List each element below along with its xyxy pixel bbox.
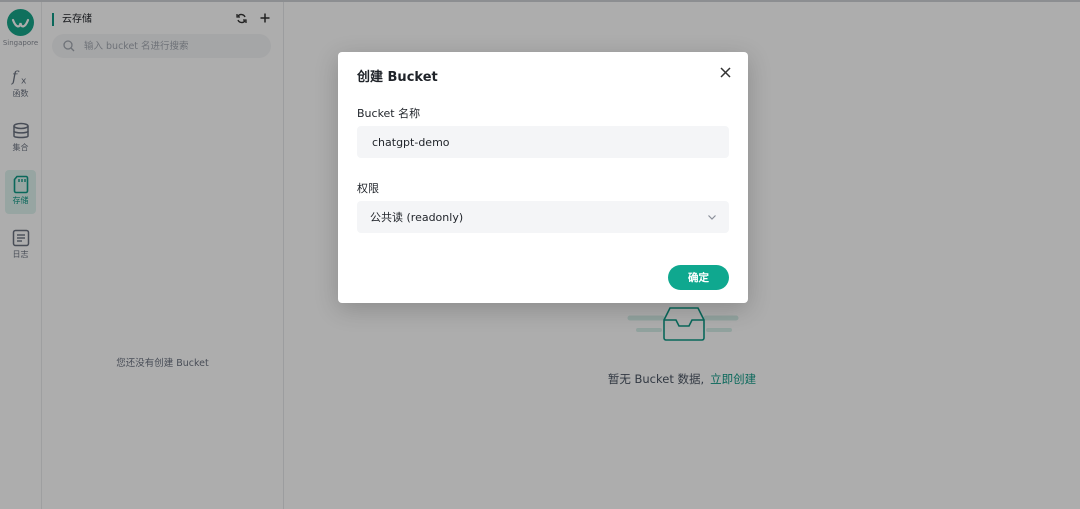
create-bucket-dialog: 创建 Bucket Bucket 名称 权限 公共读 (readonly) 确定 bbox=[338, 52, 748, 303]
permission-select[interactable]: 公共读 (readonly) bbox=[357, 201, 729, 233]
bucket-name-input[interactable] bbox=[370, 134, 714, 150]
chevron-down-icon bbox=[707, 212, 717, 222]
close-icon bbox=[719, 66, 731, 78]
close-button[interactable] bbox=[716, 63, 734, 81]
dialog-title: 创建 Bucket bbox=[357, 70, 438, 85]
bucket-name-label: Bucket 名称 bbox=[357, 107, 421, 120]
confirm-button[interactable]: 确定 bbox=[668, 265, 729, 290]
permission-value: 公共读 (readonly) bbox=[370, 211, 464, 224]
bucket-name-field[interactable] bbox=[357, 126, 729, 158]
permission-label: 权限 bbox=[357, 182, 379, 195]
